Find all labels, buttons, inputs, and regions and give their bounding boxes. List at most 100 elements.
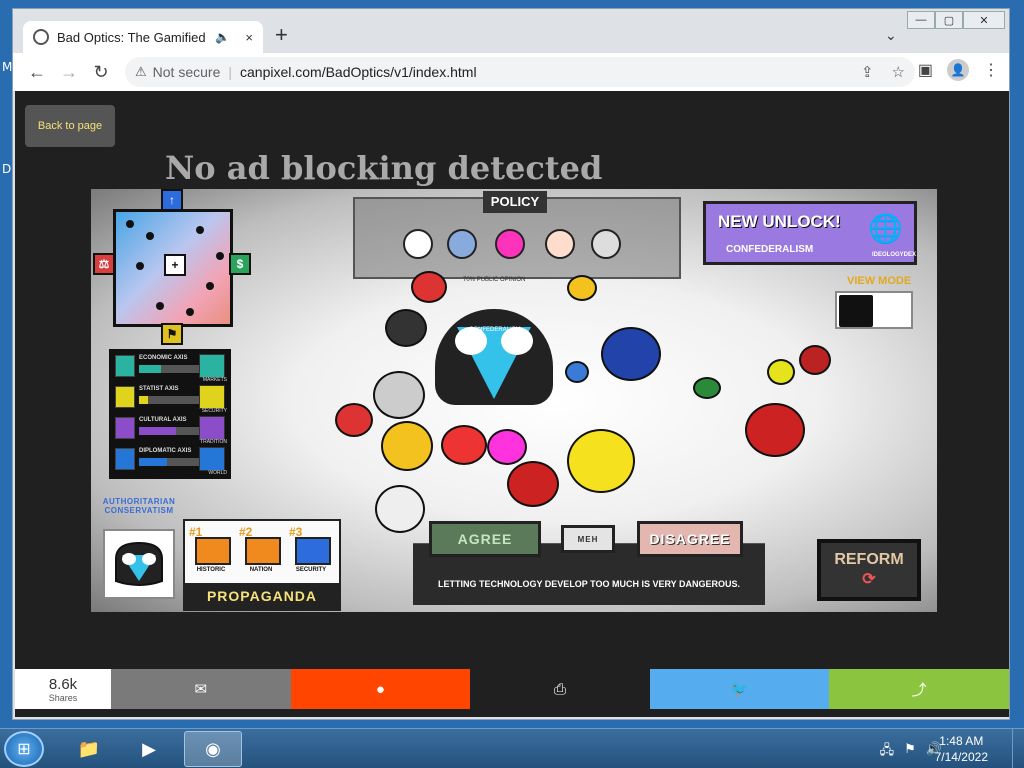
ideology-label: AUTHORITARIAN CONSERVATISM: [102, 497, 176, 515]
file-explorer-icon[interactable]: 📁: [60, 731, 118, 767]
player-portrait: [103, 529, 175, 599]
security-label: Not secure: [152, 64, 221, 80]
propaganda-card[interactable]: #1 HISTORIC: [189, 525, 231, 577]
share-icon: ⤴: [911, 681, 927, 699]
game-canvas[interactable]: + ↑ ⚖ $ ⚑ ECONOMIC AXIS MARKETS STATIST AX…: [91, 189, 937, 612]
tab-strip: Bad Optics: The Gamified Po 🔈 × + ⌄ — ▢ …: [13, 9, 1009, 53]
disagree-button[interactable]: DISAGREE: [637, 521, 743, 557]
warning-icon[interactable]: ⚠: [135, 64, 147, 80]
countryball: [375, 485, 425, 533]
browser-tab[interactable]: Bad Optics: The Gamified Po 🔈 ×: [23, 21, 263, 53]
flag-policy-icon[interactable]: [403, 229, 433, 259]
travel-policy-icon[interactable]: [545, 229, 575, 259]
axis-bar: [139, 427, 201, 435]
side-panel-icon[interactable]: ▣: [918, 60, 933, 80]
minimize-button[interactable]: —: [907, 11, 935, 29]
close-window-button[interactable]: ✕: [963, 11, 1005, 29]
flag-alert-icon[interactable]: ⚑: [904, 741, 916, 763]
countryball: [411, 271, 447, 303]
axis-end-label: TRADITION: [200, 439, 227, 445]
twitter-share-button[interactable]: 🐦: [649, 669, 830, 709]
axis-fill: [139, 396, 149, 404]
axis-icon: [115, 417, 135, 439]
tab-close-icon[interactable]: ×: [245, 30, 253, 45]
print-share-button[interactable]: ⎙: [470, 669, 650, 709]
map-left-node[interactable]: ⚖: [93, 253, 115, 275]
agree-button[interactable]: AGREE: [429, 521, 541, 557]
show-desktop-button[interactable]: [1012, 729, 1024, 768]
propaganda-icon: [245, 537, 281, 565]
center-countryball: [435, 309, 553, 405]
axis-end-icon: [199, 385, 225, 409]
axis-label: DIPLOMATIC AXIS: [139, 448, 192, 454]
countryball: [507, 461, 559, 507]
bookmark-star-icon[interactable]: ☆: [892, 63, 905, 81]
propaganda-label: HISTORIC: [196, 567, 226, 573]
map-node: [216, 252, 224, 260]
propaganda-card[interactable]: #3 SECURITY: [289, 525, 331, 577]
axis-fill: [139, 365, 161, 373]
share-count: 8.6k Shares: [15, 669, 111, 709]
back-to-page-button[interactable]: Back to page: [25, 105, 115, 147]
check-policy-icon[interactable]: [447, 229, 477, 259]
new-unlock-banner[interactable]: NEW UNLOCK! CONFEDERALISM 🌐 IDEOLOGYDEX: [703, 201, 917, 265]
map-node: [146, 232, 154, 240]
profile-avatar[interactable]: 👤: [947, 59, 969, 81]
menu-dots-icon[interactable]: ⋮: [983, 60, 999, 80]
share-bar: 8.6k Shares ✉ ● ⎙ 🐦 ⤴: [15, 669, 1009, 709]
speaker-icon[interactable]: 🔈: [215, 30, 230, 44]
trade-policy-icon[interactable]: [495, 229, 525, 259]
public-opinion-label: 70% PUBLIC OPINION: [463, 277, 525, 283]
reload-icon[interactable]: ↻: [85, 56, 117, 88]
map-top-node[interactable]: ↑: [161, 189, 183, 211]
axis-bar: [139, 365, 201, 373]
start-button[interactable]: ⊞: [4, 731, 44, 767]
globe-book-icon: 🌐: [868, 213, 903, 244]
network-icon[interactable]: 🖧: [880, 741, 895, 763]
countryball: [799, 345, 831, 375]
globe-icon: [839, 295, 873, 327]
share-page-icon[interactable]: ⇪: [861, 63, 874, 81]
propaganda-icon: [295, 537, 331, 565]
map-node: [126, 220, 134, 228]
axis-end-label: WORLD: [208, 470, 227, 476]
address-bar[interactable]: ⚠ Not secure | canpixel.com/BadOptics/v1…: [125, 57, 915, 87]
tab-search-icon[interactable]: ⌄: [885, 27, 897, 44]
reddit-share-button[interactable]: ●: [290, 669, 471, 709]
military-policy-icon[interactable]: [591, 229, 621, 259]
new-tab-button[interactable]: +: [275, 23, 288, 47]
chrome-taskbar-icon[interactable]: ◉: [184, 731, 242, 767]
map-right-node[interactable]: $: [229, 253, 251, 275]
clock[interactable]: 1:48 AM 7/14/2022: [935, 733, 988, 765]
url-text[interactable]: canpixel.com/BadOptics/v1/index.html: [240, 64, 477, 80]
propaganda-title[interactable]: PROPAGANDA: [185, 583, 339, 609]
axes-panel: ECONOMIC AXIS MARKETS STATIST AXIS SECURITY…: [109, 349, 231, 479]
email-share-button[interactable]: ✉: [111, 669, 291, 709]
clock-date: 7/14/2022: [934, 750, 988, 764]
maximize-button[interactable]: ▢: [935, 11, 963, 29]
axis-row: ECONOMIC AXIS MARKETS: [113, 353, 227, 384]
policy-title: POLICY: [483, 191, 547, 213]
share-count-number: 8.6k: [48, 675, 78, 693]
minimap[interactable]: +: [113, 209, 233, 327]
desktop-letter: D: [2, 162, 12, 176]
reddit-icon: ●: [375, 680, 385, 698]
axis-icon: [115, 448, 135, 470]
propaganda-card[interactable]: #2 NATION: [239, 525, 281, 577]
view-mode-toggle[interactable]: [835, 291, 913, 329]
meh-button[interactable]: MEH: [561, 525, 615, 553]
axis-row: CULTURAL AXIS TRADITION: [113, 415, 227, 446]
axis-end-label: SECURITY: [201, 408, 227, 414]
back-arrow-icon[interactable]: ←: [21, 56, 53, 88]
axis-fill: [139, 427, 177, 435]
browser-window: Bad Optics: The Gamified Po 🔈 × + ⌄ — ▢ …: [12, 8, 1010, 720]
reform-button[interactable]: REFORM ⟳: [817, 539, 921, 601]
media-player-icon[interactable]: ▶: [120, 731, 178, 767]
map-node: [206, 282, 214, 290]
map-bottom-node[interactable]: ⚑: [161, 323, 183, 345]
tab-title: Bad Optics: The Gamified Po: [57, 29, 207, 45]
axis-row: STATIST AXIS SECURITY: [113, 384, 227, 415]
countryball: [381, 421, 433, 471]
forward-arrow-icon[interactable]: →: [53, 56, 85, 88]
share-share-button[interactable]: ⤴: [829, 669, 1009, 709]
